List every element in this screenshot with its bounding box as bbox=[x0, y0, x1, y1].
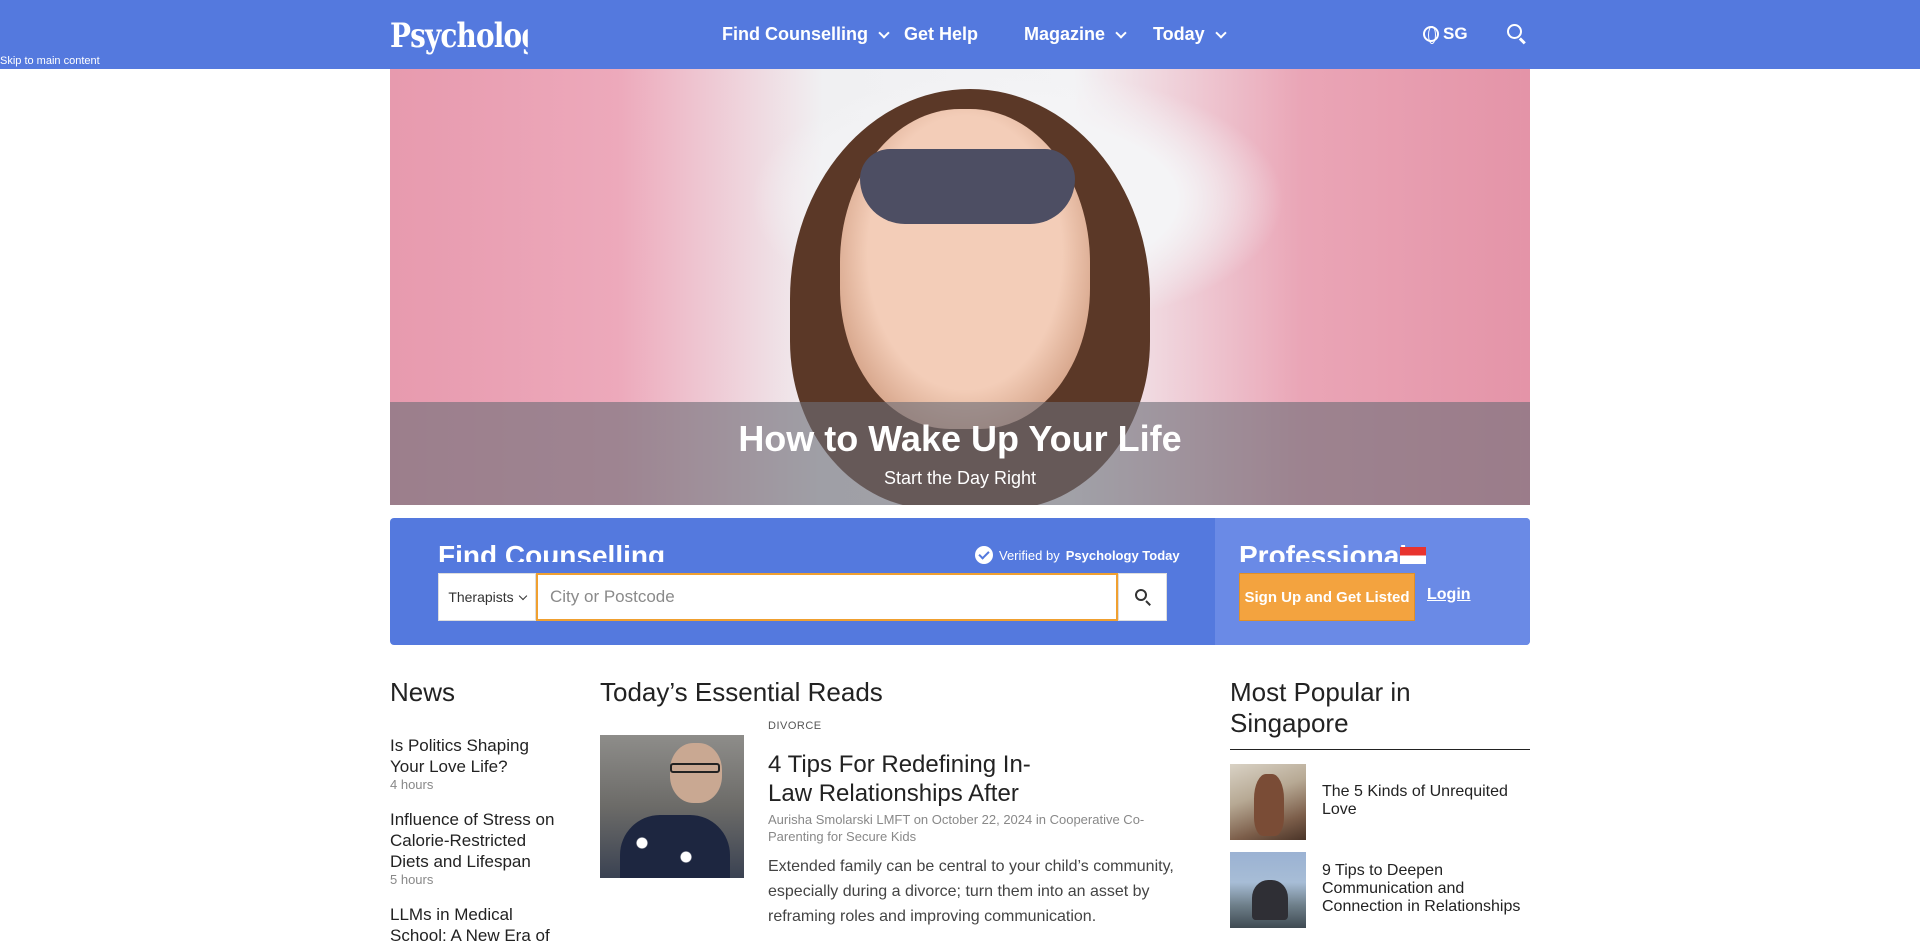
popular-thumbnail[interactable] bbox=[1230, 764, 1306, 840]
most-popular-heading: Most Popular in Singapore bbox=[1230, 677, 1411, 738]
find-counselling-title[interactable]: Find Counselling bbox=[438, 540, 665, 562]
hero-banner[interactable]: How to Wake Up Your Life Start the Day R… bbox=[390, 69, 1530, 505]
skip-to-main-link[interactable]: Skip to main content bbox=[0, 55, 100, 67]
news-heading[interactable]: News bbox=[390, 677, 455, 708]
essential-reads-heading[interactable]: Today’s Essential Reads bbox=[600, 677, 883, 708]
article-excerpt: Extended family can be central to your c… bbox=[768, 858, 1174, 925]
article-byline: Aurisha Smolarski LMFT on October 22, 20… bbox=[768, 811, 1193, 845]
professionals-section: Professionals Sign Up and Get Listed Log… bbox=[1215, 518, 1530, 645]
region-label: SG bbox=[1443, 24, 1468, 43]
verified-badge: Verified by Psychology Today bbox=[975, 546, 1180, 564]
news-item-link[interactable]: Influence of Stress on Calorie-Restricte… bbox=[390, 809, 565, 872]
hero-title: How to Wake Up Your Life bbox=[738, 418, 1182, 459]
news-item-time: 5 hours bbox=[390, 872, 434, 887]
nav-get-help[interactable]: Get Help bbox=[904, 0, 978, 69]
news-item-link[interactable]: LLMs in Medical School: A New Era of Lea… bbox=[390, 904, 565, 941]
chevron-down-icon bbox=[878, 26, 890, 39]
nav-find-counselling-label: Find Counselling bbox=[722, 24, 868, 44]
nav-find-counselling[interactable]: Find Counselling bbox=[722, 0, 890, 69]
news-item-time: 4 hours bbox=[390, 777, 434, 792]
article-title[interactable]: 4 Tips For Redefining In-Law Relationshi… bbox=[768, 750, 1073, 808]
hero-subtitle: Start the Day Right bbox=[883, 468, 1037, 488]
nav-today[interactable]: Today bbox=[1153, 0, 1227, 69]
location-search-input[interactable] bbox=[536, 573, 1118, 621]
search-icon[interactable] bbox=[1507, 24, 1527, 45]
news-item-link[interactable]: Is Politics Shaping Your Love Life? bbox=[390, 735, 565, 777]
search-button[interactable] bbox=[1118, 573, 1167, 621]
article-author[interactable]: Aurisha Smolarski LMFT bbox=[768, 812, 910, 827]
login-link[interactable]: Login bbox=[1427, 586, 1471, 604]
sign-up-button[interactable]: Sign Up and Get Listed bbox=[1239, 573, 1415, 621]
search-icon bbox=[1135, 589, 1147, 601]
professionals-title: Professionals bbox=[1239, 540, 1423, 562]
find-counselling-section: Find Counselling Verified by Psychology … bbox=[390, 518, 1215, 645]
divider bbox=[1230, 749, 1530, 750]
verified-brand: Psychology Today bbox=[1065, 547, 1180, 563]
hero-caption: How to Wake Up Your Life Start the Day R… bbox=[390, 402, 1530, 505]
article-tag[interactable]: DIVORCE bbox=[768, 720, 822, 732]
chevron-down-icon bbox=[1115, 26, 1127, 39]
nav-magazine[interactable]: Magazine bbox=[1024, 0, 1127, 69]
singapore-flag-icon bbox=[1400, 547, 1426, 564]
site-logo[interactable]: Psychology Today bbox=[390, 14, 528, 58]
find-counselling-panel: Find Counselling Verified by Psychology … bbox=[390, 518, 1530, 645]
verified-prefix: Verified by bbox=[999, 547, 1060, 563]
check-circle-icon bbox=[975, 546, 993, 564]
article-date: on October 22, 2024 in bbox=[913, 812, 1046, 827]
globe-icon bbox=[1423, 26, 1439, 44]
chevron-down-icon bbox=[1215, 26, 1227, 39]
popular-item-link[interactable]: 9 Tips to Deepen Communication and Conne… bbox=[1322, 862, 1530, 916]
therapists-select-label: Therapists bbox=[448, 589, 514, 605]
nav-get-help-label: Get Help bbox=[904, 24, 979, 44]
therapists-select-button[interactable]: Therapists bbox=[438, 573, 536, 621]
chevron-down-icon bbox=[518, 591, 527, 600]
sleep-mask-image bbox=[860, 149, 1075, 224]
nav-today-label: Today bbox=[1153, 24, 1205, 44]
nav-magazine-label: Magazine bbox=[1024, 24, 1106, 44]
site-header: Psychology Today Find Counselling Get He… bbox=[0, 0, 1920, 69]
article-image[interactable] bbox=[600, 735, 744, 878]
popular-thumbnail[interactable] bbox=[1230, 852, 1306, 928]
popular-item-link[interactable]: The 5 Kinds of Unrequited Love bbox=[1322, 783, 1530, 819]
region-selector[interactable]: SG bbox=[1423, 24, 1468, 44]
